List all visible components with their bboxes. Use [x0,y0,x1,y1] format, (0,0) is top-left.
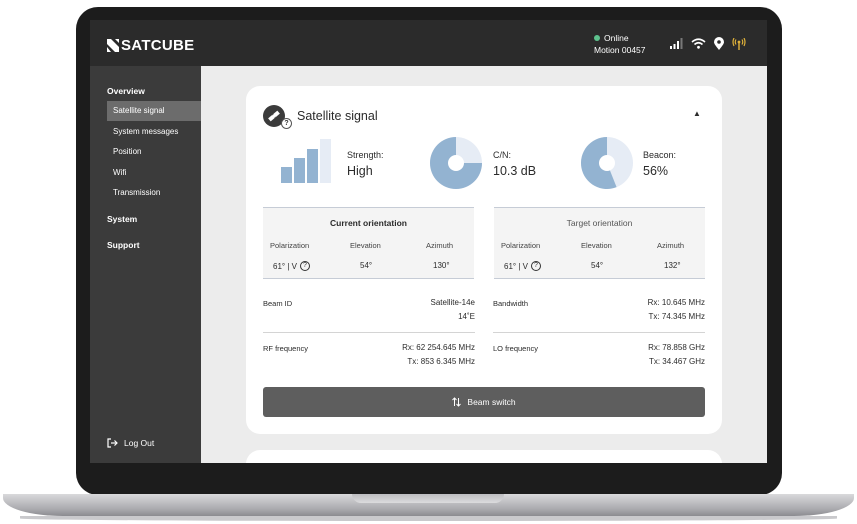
logout-icon [107,438,118,448]
beam-switch-label: Beam switch [467,397,516,407]
bandwidth-rx: Rx: 10.645 MHz [647,298,705,307]
device-name: Motion 00457 [594,45,646,55]
satellite-signal-card: ? Satellite signal ▲ Strength: High C/N:… [246,86,722,434]
rf-frequency-value: Rx: 62 254.645 MHz Tx: 853 6.345 MHz [356,341,475,369]
swap-arrows-icon [452,397,462,407]
current-elevation-header: Elevation [350,241,381,250]
sidebar-item-satellite-signal[interactable]: Satellite signal [107,101,201,121]
sidebar-item-transmission[interactable]: Transmission [107,183,201,203]
sidebar-section-support[interactable]: Support [107,240,140,250]
status-text: Online [604,33,629,43]
lo-frequency-rx: Rx: 78.858 GHz [648,343,705,352]
target-elevation-value: 54° [591,261,604,270]
target-elevation-header: Elevation [581,241,612,250]
beam-id-value: Satellite-14e 14˚E [376,296,475,324]
antenna-icon[interactable] [732,37,746,50]
target-polarization-value: 61° | V ? [504,261,541,271]
current-orientation-panel: Current orientation Polarization Elevati… [263,207,474,279]
beam-switch-button[interactable]: Beam switch [263,387,705,417]
current-polarization-text: 61° | V [273,261,297,271]
lo-frequency-tx: Tx: 34.467 GHz [648,357,705,366]
lo-frequency-value: Rx: 78.858 GHz Tx: 34.467 GHz [586,341,705,369]
beacon-value: 56% [643,164,669,178]
location-pin-icon[interactable] [714,37,724,50]
brand-logo: SATCUBE [107,37,195,54]
beacon-label: Beacon: [643,150,677,160]
app-screen: SATCUBE Online Motion 00457 Overview Sat… [90,20,767,463]
card-title: Satellite signal [297,109,378,123]
satcube-logo-icon [107,39,119,52]
beam-id-label: Beam ID [263,299,293,308]
laptop-shadow [20,516,837,521]
wifi-icon[interactable] [691,38,706,49]
target-orientation-title: Target orientation [566,218,633,228]
strength-bars-icon [281,139,331,183]
status-icons [670,37,746,50]
row-divider [263,332,475,333]
beam-id-line1: Satellite-14e [430,298,475,307]
sidebar-item-wifi[interactable]: Wifi [107,163,201,183]
rf-frequency-label: RF frequency [263,344,309,353]
beacon-pie-chart [581,137,633,189]
beam-id-line2: 14˚E [458,312,475,321]
current-polarization-header: Polarization [270,241,310,250]
target-azimuth-value: 132° [664,261,681,270]
strength-value: High [347,164,373,178]
rf-frequency-tx: Tx: 853 6.345 MHz [407,357,475,366]
bandwidth-tx: Tx: 74.345 MHz [648,312,705,321]
cn-value: 10.3 dB [493,164,537,178]
sidebar-item-position[interactable]: Position [107,142,201,162]
target-azimuth-header: Azimuth [657,241,685,250]
target-polarization-text: 61° | V [504,261,528,271]
help-icon[interactable]: ? [281,118,292,129]
brand-name: SATCUBE [121,37,195,54]
sidebar-item-system-messages[interactable]: System messages [107,122,201,142]
help-icon[interactable]: ? [530,261,541,271]
sidebar-section-system[interactable]: System [107,214,137,224]
rf-frequency-rx: Rx: 62 254.645 MHz [402,343,475,352]
current-orientation-title: Current orientation [330,218,407,228]
signal-bars-icon[interactable] [670,38,683,49]
target-polarization-header: Polarization [501,241,541,250]
row-divider [493,332,705,333]
help-icon[interactable]: ? [299,261,310,271]
online-status-dot [594,35,600,41]
sidebar: Overview Satellite signal System message… [90,66,201,463]
collapse-chevron-icon[interactable]: ▲ [693,109,701,118]
target-orientation-panel: Target orientation Polarization Elevatio… [494,207,705,279]
lo-frequency-label: LO frequency [493,344,539,353]
logout-label: Log Out [124,438,155,448]
current-azimuth-header: Azimuth [426,241,454,250]
bandwidth-label: Bandwidth [493,299,529,308]
sidebar-section-overview[interactable]: Overview [107,86,145,96]
strength-label: Strength: [347,150,384,160]
top-bar: SATCUBE Online Motion 00457 [90,20,767,66]
laptop-base-lip [352,494,504,503]
logout-button[interactable]: Log Out [107,438,154,448]
cn-pie-chart [430,137,482,189]
main-content: ? Satellite signal ▲ Strength: High C/N:… [201,66,767,463]
connection-status: Online Motion 00457 [594,32,646,56]
next-card [246,450,722,463]
bandwidth-value: Rx: 10.645 MHz Tx: 74.345 MHz [586,296,705,324]
cn-label: C/N: [493,150,511,160]
current-azimuth-value: 130° [433,261,450,270]
current-elevation-value: 54° [360,261,373,270]
current-polarization-value: 61° | V ? [273,261,310,271]
